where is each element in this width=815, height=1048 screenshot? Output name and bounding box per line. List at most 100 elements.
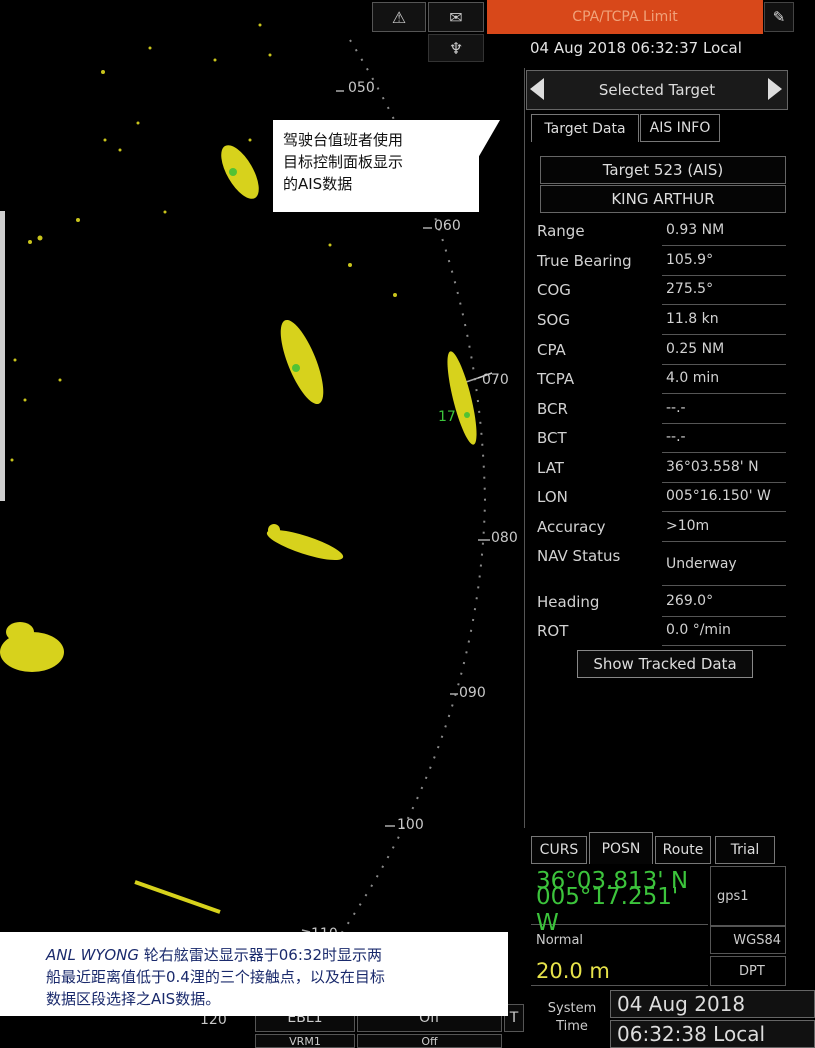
label-cpa: CPA <box>537 341 566 359</box>
bearing-100: 100 <box>397 817 424 833</box>
system-time-label: System Time <box>537 1000 607 1036</box>
target-echo-2 <box>280 319 324 405</box>
target-number-label: 17 <box>438 409 456 425</box>
selected-target-header: Selected Target <box>526 70 788 110</box>
tab-trial[interactable]: Trial <box>715 836 775 864</box>
left-edge-bar <box>0 211 5 501</box>
value-rot: 0.0 °/min <box>666 622 731 638</box>
caption-ship-name: ANL WYONG <box>46 946 139 964</box>
label-accuracy: Accuracy <box>537 518 606 536</box>
caption-line-1: ANL WYONG 轮右舷雷达显示器于06:32时显示两 <box>46 944 496 966</box>
mob-button[interactable]: ♆ <box>428 34 484 62</box>
row-divider <box>662 245 786 246</box>
label-tcpa: TCPA <box>537 370 575 388</box>
annotation-callout: 驾驶台值班者使用 目标控制面板显示 的AIS数据 <box>273 120 479 212</box>
callout-line-1: 驾驶台值班者使用 <box>283 131 404 149</box>
caption-line-3: 数据区段选择之AIS数据。 <box>46 990 221 1008</box>
cpa-limit-label: CPA/TCPA Limit <box>572 9 678 25</box>
callout-line-2: 目标控制面板显示 <box>283 153 404 171</box>
row-divider <box>662 645 786 646</box>
target-echo-3 <box>447 351 477 445</box>
tab-route[interactable]: Route <box>655 836 711 864</box>
position-mode: Normal <box>536 932 584 948</box>
bearing-070: 070 <box>482 372 509 388</box>
caption-line-2: 船最近距离值低于0.4浬的三个接触点，以及在目标 <box>46 968 385 986</box>
value-cpa: 0.25 NM <box>666 341 725 357</box>
label-lon: LON <box>537 488 568 506</box>
value-accuracy: >10m <box>666 518 710 534</box>
row-divider <box>662 541 786 542</box>
warning-triangle-icon: ⚠ <box>391 7 407 27</box>
tab-ais-info[interactable]: AIS INFO <box>640 114 720 142</box>
row-divider <box>662 364 786 365</box>
label-true-bearing: True Bearing <box>537 252 632 270</box>
label-sog: SOG <box>537 311 570 329</box>
bearing-080: 080 <box>491 530 518 546</box>
depth-reference: DPT <box>710 956 786 986</box>
target-echo-1 <box>221 145 259 199</box>
bearing-050: 050 <box>348 80 375 96</box>
row-divider <box>662 275 786 276</box>
label-lat: LAT <box>537 459 564 477</box>
value-heading: 269.0° <box>666 593 714 609</box>
envelope-icon: ✉ <box>449 7 463 27</box>
row-divider <box>662 585 786 586</box>
target-echo-4 <box>266 524 344 561</box>
tab-target-data[interactable]: Target Data <box>531 114 639 142</box>
row-divider <box>662 452 786 453</box>
label-cog: COG <box>537 281 571 299</box>
prev-target-arrow-icon[interactable] <box>530 78 544 100</box>
bearing-ticks <box>301 90 490 933</box>
value-cog: 275.5° <box>666 281 714 297</box>
system-time: 06:32:38 Local <box>610 1020 815 1048</box>
callout-line-3: 的AIS数据 <box>283 175 353 193</box>
system-label: System <box>547 1001 597 1016</box>
value-range: 0.93 NM <box>666 222 725 238</box>
row-divider <box>662 334 786 335</box>
label-nav-status: NAV Status <box>537 547 621 565</box>
label-bct: BCT <box>537 429 567 447</box>
pencil-button[interactable]: ✎ <box>764 2 794 32</box>
label-range: Range <box>537 222 585 240</box>
target-name: KING ARTHUR <box>540 185 786 213</box>
target-echo-6 <box>134 880 221 914</box>
alarm-button[interactable]: ⚠ <box>372 2 426 32</box>
row-divider <box>662 423 786 424</box>
row-divider <box>662 616 786 617</box>
caption-text-1: 轮右舷雷达显示器于06:32时显示两 <box>139 946 382 964</box>
row-divider <box>662 482 786 483</box>
time-label: Time <box>556 1019 588 1034</box>
bearing-090: 090 <box>459 685 486 701</box>
value-nav-status: Underway <box>666 556 737 572</box>
tab-curs[interactable]: CURS <box>531 836 587 864</box>
show-tracked-data-button[interactable]: Show Tracked Data <box>577 650 753 678</box>
tab-posn[interactable]: POSN <box>589 832 653 864</box>
next-target-arrow-icon[interactable] <box>768 78 782 100</box>
system-date: 04 Aug 2018 <box>610 990 815 1018</box>
value-true-bearing: 105.9° <box>666 252 714 268</box>
position-source[interactable]: gps1 <box>710 866 786 926</box>
pencil-icon: ✎ <box>772 8 786 26</box>
target-echo-5 <box>0 622 64 672</box>
value-bct: --.- <box>666 429 686 445</box>
row-divider <box>662 393 786 394</box>
value-lat: 36°03.558' N <box>666 459 759 475</box>
depth-value: 20.0 m <box>531 956 708 986</box>
cpa-tcpa-limit-alarm[interactable]: CPA/TCPA Limit <box>487 0 763 34</box>
row-divider <box>662 304 786 305</box>
bearing-060: 060 <box>434 218 461 234</box>
value-tcpa: 4.0 min <box>666 370 720 386</box>
label-rot: ROT <box>537 622 569 640</box>
row-divider <box>662 511 786 512</box>
header-datetime: 04 Aug 2018 06:32:37 Local <box>530 39 742 57</box>
label-heading: Heading <box>537 593 600 611</box>
selected-target-title: Selected Target <box>598 81 716 99</box>
datum: WGS84 <box>710 926 786 954</box>
radar-clutter <box>10 23 397 462</box>
value-sog: 11.8 kn <box>666 311 719 327</box>
message-button[interactable]: ✉ <box>428 2 484 32</box>
figure-caption: ANL WYONG 轮右舷雷达显示器于06:32时显示两 船最近距离值低于0.4… <box>0 932 508 1016</box>
person-overboard-icon: ♆ <box>448 38 464 58</box>
target-id: Target 523 (AIS) <box>540 156 786 184</box>
own-ship-lon: 005°17.251' W <box>531 884 708 936</box>
